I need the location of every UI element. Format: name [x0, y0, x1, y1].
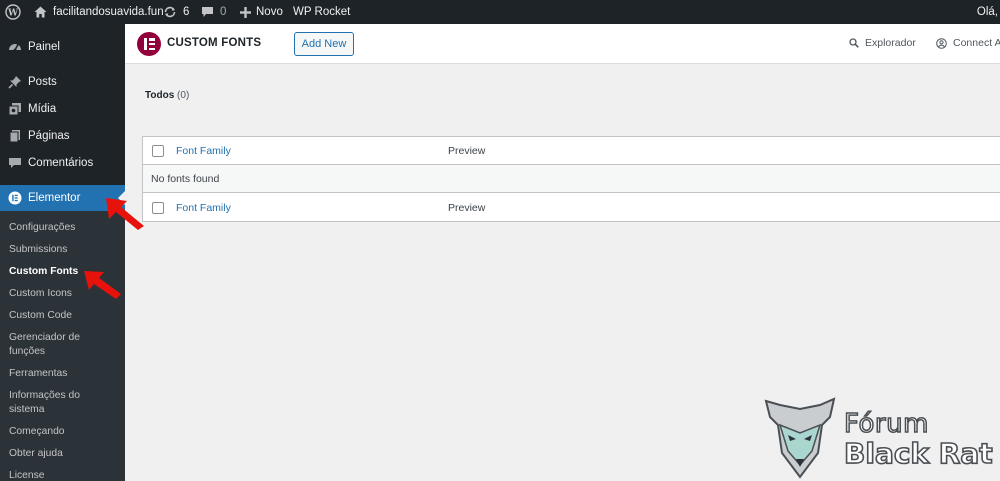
wp-rocket-link[interactable]: WP Rocket [293, 0, 350, 24]
sidebar-item-label: Mídia [28, 103, 57, 115]
comments-link[interactable]: 0 [201, 0, 226, 24]
home-icon [34, 6, 47, 18]
wordpress-logo-icon[interactable]: W [5, 0, 21, 24]
comment-bubble-icon [201, 6, 214, 18]
search-icon [849, 38, 859, 48]
sidebar-item-label: Elementor [28, 192, 81, 204]
sidebar-item-label: Páginas [28, 130, 70, 142]
new-content-link[interactable]: Novo [240, 0, 283, 24]
submenu-item-submissions[interactable]: Submissions [9, 243, 121, 257]
admin-sidebar: Painel Posts Mídia Páginas Comentários E… [0, 24, 125, 481]
wp-rocket-label: WP Rocket [293, 6, 351, 18]
column-footer-preview: Preview [448, 202, 486, 214]
pin-icon [8, 75, 22, 89]
user-icon [936, 37, 947, 49]
new-label: Novo [256, 6, 283, 18]
sidebar-item-midia[interactable]: Mídia [0, 100, 125, 118]
watermark-line1: Fórum [843, 408, 929, 440]
filter-count: (0) [177, 90, 190, 101]
pages-icon [8, 129, 22, 143]
greeting-text: Olá, [976, 6, 998, 18]
column-header-preview: Preview [448, 145, 486, 157]
sidebar-item-posts[interactable]: Posts [0, 73, 125, 91]
sidebar-item-painel[interactable]: Painel [0, 38, 125, 56]
empty-message: No fonts found [151, 173, 220, 185]
watermark-line2: Black Rat [843, 436, 993, 471]
submenu-item-ferramentas[interactable]: Ferramentas [9, 367, 121, 381]
add-new-button[interactable]: Add New [294, 32, 354, 56]
connect-label: Connect A [953, 37, 1000, 49]
submenu-item-informacoes-do-sistema[interactable]: Informações do sistema [9, 389, 89, 417]
plus-icon [240, 6, 251, 18]
site-name-link[interactable]: facilitandosuavida.fun [34, 0, 164, 24]
elementor-logo-icon [137, 32, 161, 56]
site-name: facilitandosuavida.fun [53, 6, 164, 18]
filter-all[interactable]: Todos (0) [145, 90, 189, 101]
comments-count: 0 [220, 6, 227, 18]
admin-bar: W facilitandosuavida.fun 6 0 Novo WP Roc… [0, 0, 1000, 24]
elementor-icon [8, 191, 22, 205]
connect-account-button[interactable]: Connect A [936, 37, 1000, 49]
media-icon [8, 102, 22, 116]
updates-icon [163, 6, 177, 18]
submenu-item-comecando[interactable]: Começando [9, 425, 121, 439]
select-all-checkbox[interactable] [152, 145, 164, 157]
filter-label: Todos [145, 90, 175, 101]
elementor-submenu: Configurações Submissions Custom Fonts C… [0, 211, 125, 481]
table-header-row: Font Family Preview [143, 137, 1000, 165]
select-all-checkbox-footer[interactable] [152, 202, 164, 214]
sidebar-item-paginas[interactable]: Páginas [0, 127, 125, 145]
comments-icon [8, 156, 22, 170]
table-footer-row: Font Family Preview [143, 194, 1000, 222]
explorer-button[interactable]: Explorador [849, 37, 916, 49]
column-footer-font-family[interactable]: Font Family [176, 202, 231, 214]
sidebar-item-label: Comentários [28, 157, 94, 169]
rat-logo-icon [764, 397, 836, 479]
forum-black-rat-watermark: Fórum Black Rat [760, 395, 995, 481]
updates-count: 6 [183, 6, 190, 18]
updates-link[interactable]: 6 [163, 0, 189, 24]
sidebar-item-comentarios[interactable]: Comentários [0, 154, 125, 172]
submenu-item-custom-code[interactable]: Custom Code [9, 309, 121, 323]
svg-text:W: W [7, 9, 19, 19]
submenu-item-license[interactable]: License [9, 469, 121, 481]
red-arrow-annotation-custom-fonts [84, 271, 121, 299]
column-header-font-family[interactable]: Font Family [176, 145, 231, 157]
user-greeting[interactable]: Olá, [977, 0, 1000, 24]
dashboard-icon [8, 40, 22, 54]
fonts-table: Font Family Preview No fonts found Font … [142, 136, 1000, 222]
table-row: No fonts found [143, 165, 1000, 193]
explorer-label: Explorador [865, 37, 916, 49]
elementor-header: CUSTOM FONTS Add New Explorador Connect … [125, 24, 1000, 64]
submenu-item-gerenciador-de-funcoes[interactable]: Gerenciador de funções [9, 331, 89, 359]
submenu-item-obter-ajuda[interactable]: Obter ajuda [9, 447, 121, 461]
red-arrow-annotation-elementor [106, 198, 144, 230]
sidebar-item-label: Posts [28, 76, 57, 88]
page-title: CUSTOM FONTS [167, 37, 262, 49]
sidebar-item-label: Painel [28, 41, 60, 53]
